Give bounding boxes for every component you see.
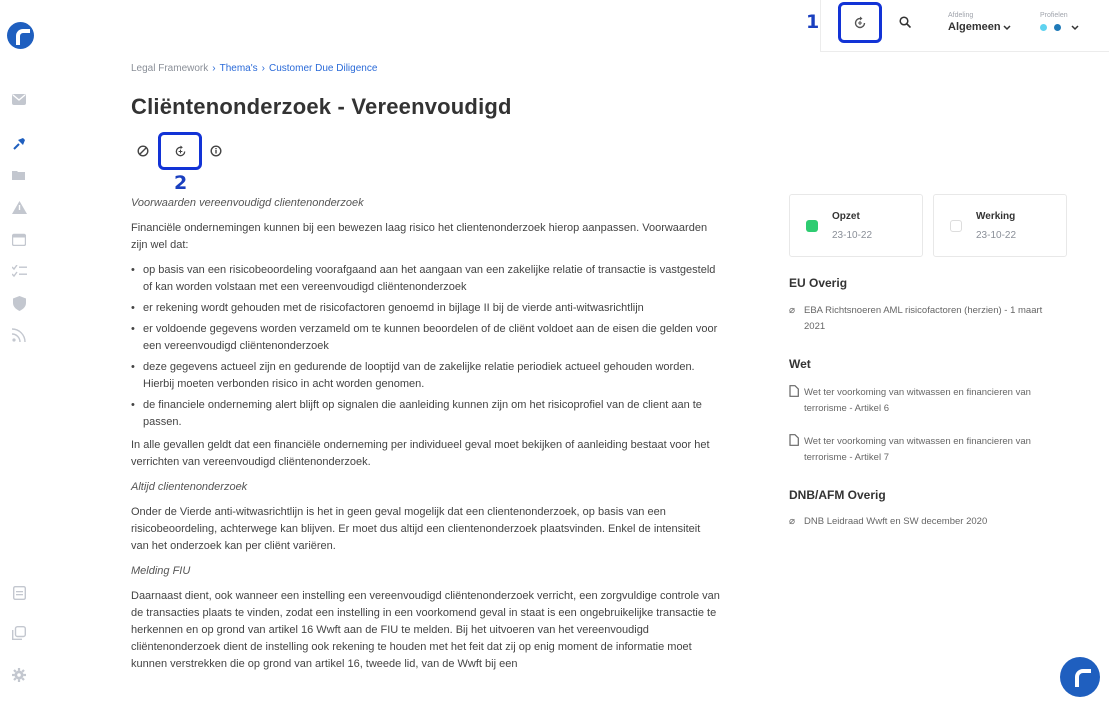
shield-icon[interactable] bbox=[10, 294, 28, 312]
list-item: op basis van een risicobeoordeling voora… bbox=[131, 262, 721, 296]
status-card-date: 23-10-22 bbox=[976, 230, 1017, 241]
wet-heading: Wet bbox=[789, 357, 811, 371]
refresh-icon bbox=[175, 144, 185, 156]
status-indicator-unchecked bbox=[950, 220, 962, 232]
department-value: Algemeen bbox=[948, 21, 1001, 33]
reference-link[interactable]: ⌀ DNB Leidraad Wwft en SW december 2020 bbox=[789, 514, 1059, 530]
disable-button[interactable] bbox=[133, 141, 153, 161]
section-heading: Voorwaarden vereenvoudigd clientenonderz… bbox=[131, 197, 364, 209]
document-icon bbox=[789, 434, 799, 452]
reference-link[interactable]: Wet ter voorkoming van witwassen en fina… bbox=[789, 385, 1059, 417]
reference-link[interactable]: Wet ter voorkoming van witwassen en fina… bbox=[789, 434, 1059, 466]
warning-icon[interactable] bbox=[10, 198, 28, 216]
status-card-date: 23-10-22 bbox=[832, 230, 873, 241]
chat-button[interactable] bbox=[1060, 657, 1100, 697]
paragraph: Financiële ondernemingen kunnen bij een … bbox=[131, 222, 708, 251]
header-refresh-button[interactable] bbox=[838, 2, 882, 43]
mail-icon[interactable] bbox=[10, 90, 28, 108]
breadcrumb-current[interactable]: Customer Due Diligence bbox=[269, 63, 377, 74]
checklist-icon[interactable] bbox=[10, 262, 28, 280]
app-logo[interactable] bbox=[7, 22, 34, 49]
article-body: Voorwaarden vereenvoudigd clientenonderz… bbox=[131, 195, 721, 681]
callout-number-2: 2 bbox=[174, 172, 188, 194]
status-card-title: Opzet bbox=[832, 211, 860, 222]
chevron-down-icon bbox=[1071, 25, 1079, 31]
list-item: de financiele onderneming alert blijft o… bbox=[131, 397, 721, 431]
sidebar bbox=[0, 0, 38, 708]
paragraph: In alle gevallen geldt dat een financiël… bbox=[131, 439, 710, 468]
settings-icon[interactable] bbox=[10, 666, 28, 684]
reference-text: Wet ter voorkoming van witwassen en fina… bbox=[804, 387, 1031, 414]
info-icon bbox=[210, 145, 222, 157]
section-heading: Melding FIU bbox=[131, 565, 191, 577]
status-indicator-checked bbox=[806, 220, 818, 232]
breadcrumb: Legal Framework › Thema's › Customer Due Dil… bbox=[131, 63, 377, 74]
conditions-list: op basis van een risicobeoordeling voora… bbox=[131, 262, 721, 431]
breadcrumb-separator: › bbox=[212, 63, 216, 74]
department-label: Afdeling bbox=[948, 12, 974, 19]
copy-icon[interactable] bbox=[10, 624, 28, 642]
status-card-opzet[interactable]: Opzet 23-10-22 bbox=[789, 194, 923, 257]
dnb-heading: DNB/AFM Overig bbox=[789, 488, 886, 502]
list-item: er voldoende gegevens worden verzameld o… bbox=[131, 321, 721, 355]
status-card-title: Werking bbox=[976, 211, 1016, 222]
pin-icon[interactable] bbox=[10, 134, 28, 152]
page-title: Cliëntenonderzoek - Vereenvoudigd bbox=[131, 94, 512, 119]
document-icon[interactable] bbox=[10, 584, 28, 602]
breadcrumb-root[interactable]: Legal Framework bbox=[131, 63, 208, 74]
reference-text: Wet ter voorkoming van witwassen en fina… bbox=[804, 436, 1031, 463]
profile-dot-light bbox=[1040, 24, 1047, 31]
breadcrumb-themes[interactable]: Thema's bbox=[220, 63, 258, 74]
chevron-down-icon bbox=[1003, 25, 1011, 31]
paperclip-icon: ⌀ bbox=[789, 516, 796, 527]
profiles-select[interactable] bbox=[1040, 22, 1080, 34]
info-button[interactable] bbox=[206, 141, 226, 161]
reference-link[interactable]: ⌀ EBA Richtsnoeren AML risicofactoren (h… bbox=[789, 303, 1059, 335]
page-refresh-button[interactable] bbox=[158, 132, 202, 170]
calendar-icon[interactable] bbox=[10, 230, 28, 248]
eu-heading: EU Overig bbox=[789, 276, 848, 290]
folder-icon[interactable] bbox=[10, 166, 28, 184]
list-item: deze gegevens actueel zijn en gedurende … bbox=[131, 359, 721, 393]
profiles-label: Profielen bbox=[1040, 12, 1068, 19]
profile-dot-dark bbox=[1054, 24, 1061, 31]
department-select[interactable]: Algemeen bbox=[948, 21, 1011, 35]
breadcrumb-separator: › bbox=[261, 63, 265, 74]
callout-number-1: 1 bbox=[806, 11, 820, 33]
paperclip-icon: ⌀ bbox=[789, 305, 796, 316]
paragraph: Onder de Vierde anti-witwasrichtlijn is … bbox=[131, 506, 701, 552]
status-card-werking[interactable]: Werking 23-10-22 bbox=[933, 194, 1067, 257]
reference-text: EBA Richtsnoeren AML risicofactoren (her… bbox=[804, 305, 1043, 332]
feed-icon[interactable] bbox=[10, 326, 28, 344]
paragraph: Daarnaast dient, ook wanneer een instell… bbox=[131, 590, 720, 670]
document-icon bbox=[789, 385, 799, 403]
search-icon[interactable] bbox=[899, 15, 913, 29]
reference-text: DNB Leidraad Wwft en SW december 2020 bbox=[804, 516, 988, 527]
slash-circle-icon bbox=[137, 145, 149, 157]
list-item: er rekening wordt gehouden met de risico… bbox=[131, 300, 721, 317]
refresh-icon bbox=[854, 16, 866, 28]
section-heading: Altijd clientenonderzoek bbox=[131, 481, 248, 493]
